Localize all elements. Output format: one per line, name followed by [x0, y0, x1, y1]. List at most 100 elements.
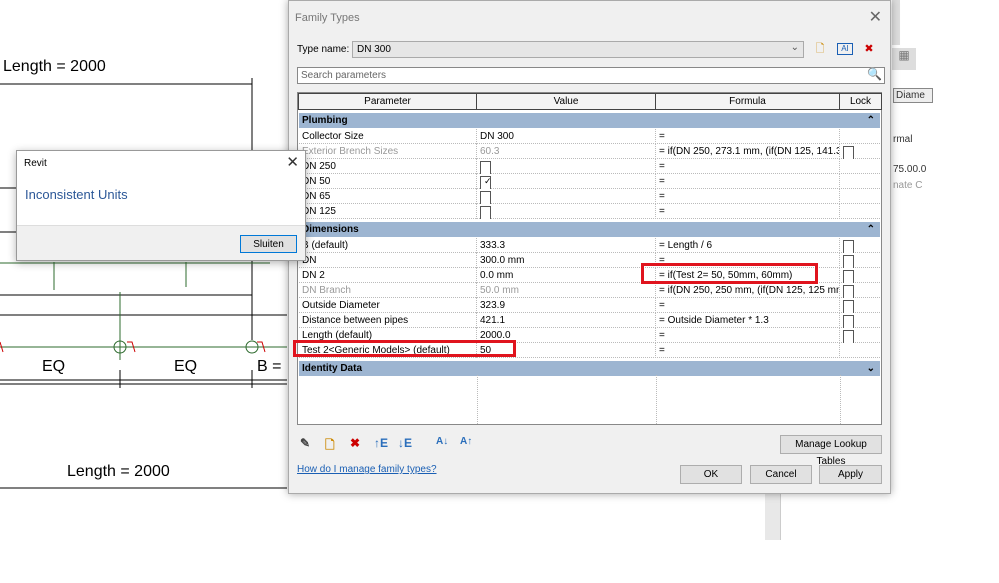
column-header-lock[interactable]: Lock: [839, 93, 882, 110]
value-cell[interactable]: 421.1: [477, 313, 656, 328]
expand-icon[interactable]: ⌄: [867, 361, 875, 376]
value-cell[interactable]: 333.3: [477, 238, 656, 253]
group-name: Plumbing: [302, 115, 348, 126]
new-parameter-icon[interactable]: 🗋: [325, 436, 335, 457]
table-row: DN 65 =: [299, 189, 880, 204]
column-header-parameter[interactable]: Parameter: [298, 93, 477, 110]
sort-descending-icon[interactable]: A↑: [460, 436, 472, 447]
lock-cell: [840, 174, 880, 189]
new-type-icon[interactable]: 🗋: [812, 41, 828, 57]
error-message: Inconsistent Units: [25, 187, 128, 202]
formula-cell[interactable]: = if(DN 250, 250 mm, (if(DN 125, 125 mm,: [656, 283, 840, 298]
type-name-select[interactable]: DN 300 ⌄: [352, 41, 804, 58]
lock-checkbox[interactable]: [843, 146, 854, 159]
table-row: Outside Diameter 323.9 =: [299, 298, 880, 313]
formula-cell[interactable]: =: [656, 328, 840, 343]
parameter-name[interactable]: Distance between pipes: [299, 313, 477, 328]
lock-checkbox[interactable]: [843, 285, 854, 298]
move-down-icon[interactable]: ↓E: [398, 436, 412, 450]
apply-button[interactable]: Apply: [819, 465, 882, 484]
move-up-icon[interactable]: ↑E: [374, 436, 388, 450]
value-checkbox[interactable]: [480, 191, 491, 204]
lock-checkbox[interactable]: [843, 270, 854, 283]
formula-cell[interactable]: =: [656, 189, 840, 204]
value-checkbox[interactable]: [480, 206, 491, 219]
formula-cell[interactable]: =: [656, 298, 840, 313]
parameter-name[interactable]: Collector Size: [299, 129, 477, 144]
column-header-formula[interactable]: Formula: [655, 93, 840, 110]
lock-checkbox[interactable]: [843, 315, 854, 328]
parameter-name[interactable]: DN 2: [299, 268, 477, 283]
parameter-name[interactable]: Outside Diameter: [299, 298, 477, 313]
cancel-button[interactable]: Cancel: [750, 465, 812, 484]
table-row: DN Branch 50.0 mm = if(DN 250, 250 mm, (if…: [299, 283, 880, 298]
lock-cell: [840, 328, 880, 343]
ok-button[interactable]: OK: [680, 465, 742, 484]
value-cell: [477, 159, 656, 174]
highlight-formula-dn2: [641, 263, 818, 284]
value-cell[interactable]: 50.0 mm: [477, 283, 656, 298]
search-icon[interactable]: 🔍: [867, 67, 882, 81]
table-row: Distance between pipes 421.1 = Outside Dia…: [299, 313, 880, 328]
b-label: B =: [257, 358, 282, 375]
close-icon[interactable]: ✕: [869, 7, 882, 27]
formula-cell[interactable]: = Length / 6: [656, 238, 840, 253]
parameter-name[interactable]: DN 65: [299, 189, 477, 204]
lock-checkbox[interactable]: [843, 300, 854, 313]
group-name: Dimensions: [302, 224, 359, 235]
parameter-name[interactable]: DN 125: [299, 204, 477, 219]
rename-type-icon[interactable]: AI: [837, 43, 853, 55]
group-header[interactable]: Plumbing ⌃: [299, 113, 880, 128]
panel-cell: rmal: [893, 134, 913, 145]
formula-cell[interactable]: =: [656, 174, 840, 189]
lock-cell: [840, 238, 880, 253]
group-header[interactable]: Identity Data ⌄: [299, 361, 880, 376]
formula-cell[interactable]: =: [656, 129, 840, 144]
panel-cell: nate C: [893, 180, 923, 191]
parameter-name[interactable]: DN 250: [299, 159, 477, 174]
value-cell[interactable]: 60.3: [477, 144, 656, 159]
value-cell[interactable]: DN 300: [477, 129, 656, 144]
lock-checkbox[interactable]: [843, 240, 854, 253]
sort-ascending-icon[interactable]: A↓: [436, 436, 448, 447]
chevron-down-icon: ⌄: [790, 42, 799, 53]
table-row: Collector Size DN 300 =: [299, 129, 880, 144]
column-divider: [477, 375, 478, 424]
lock-checkbox[interactable]: [843, 330, 854, 343]
parameter-name[interactable]: DN Branch: [299, 283, 477, 298]
value-cell[interactable]: 323.9: [477, 298, 656, 313]
formula-cell[interactable]: = Outside Diameter * 1.3: [656, 313, 840, 328]
formula-cell[interactable]: =: [656, 204, 840, 219]
length-dimension-top: Length = 2000: [3, 58, 106, 75]
formula-cell[interactable]: =: [656, 343, 840, 358]
value-cell: [477, 189, 656, 204]
lock-cell: [840, 268, 880, 283]
value-cell[interactable]: 0.0 mm: [477, 268, 656, 283]
value-cell[interactable]: 300.0 mm: [477, 253, 656, 268]
parameter-name[interactable]: DN 50: [299, 174, 477, 189]
collapse-icon[interactable]: ⌃: [867, 113, 875, 128]
help-link[interactable]: How do I manage family types?: [297, 464, 437, 475]
edit-parameter-icon[interactable]: ✎: [300, 436, 310, 450]
group-header[interactable]: Dimensions ⌃: [299, 222, 880, 237]
table-row: Exterior Brench Sizes 60.3 = if(DN 250, 27…: [299, 144, 880, 159]
parameter-name[interactable]: B (default): [299, 238, 477, 253]
value-checkbox[interactable]: [480, 161, 491, 174]
search-input[interactable]: Search parameters 🔍: [297, 67, 885, 84]
manage-lookup-tables-button[interactable]: Manage Lookup Tables: [780, 435, 882, 467]
grid-icon[interactable]: ▦: [892, 48, 916, 70]
close-icon[interactable]: ✕: [286, 153, 299, 171]
lock-cell: [840, 189, 880, 204]
sluiten-button[interactable]: Sluiten: [240, 235, 297, 253]
table-row: DN 125 =: [299, 204, 880, 219]
column-header-value[interactable]: Value: [476, 93, 656, 110]
lock-checkbox[interactable]: [843, 255, 854, 268]
delete-type-icon[interactable]: ✖: [861, 41, 877, 57]
formula-cell[interactable]: =: [656, 159, 840, 174]
parameter-name[interactable]: Exterior Brench Sizes: [299, 144, 477, 159]
parameter-name[interactable]: DN: [299, 253, 477, 268]
formula-cell[interactable]: = if(DN 250, 273.1 mm, (if(DN 125, 141.3: [656, 144, 840, 159]
collapse-icon[interactable]: ⌃: [867, 222, 875, 237]
value-checkbox[interactable]: ✓: [480, 176, 491, 189]
delete-parameter-icon[interactable]: ✖: [350, 436, 360, 450]
